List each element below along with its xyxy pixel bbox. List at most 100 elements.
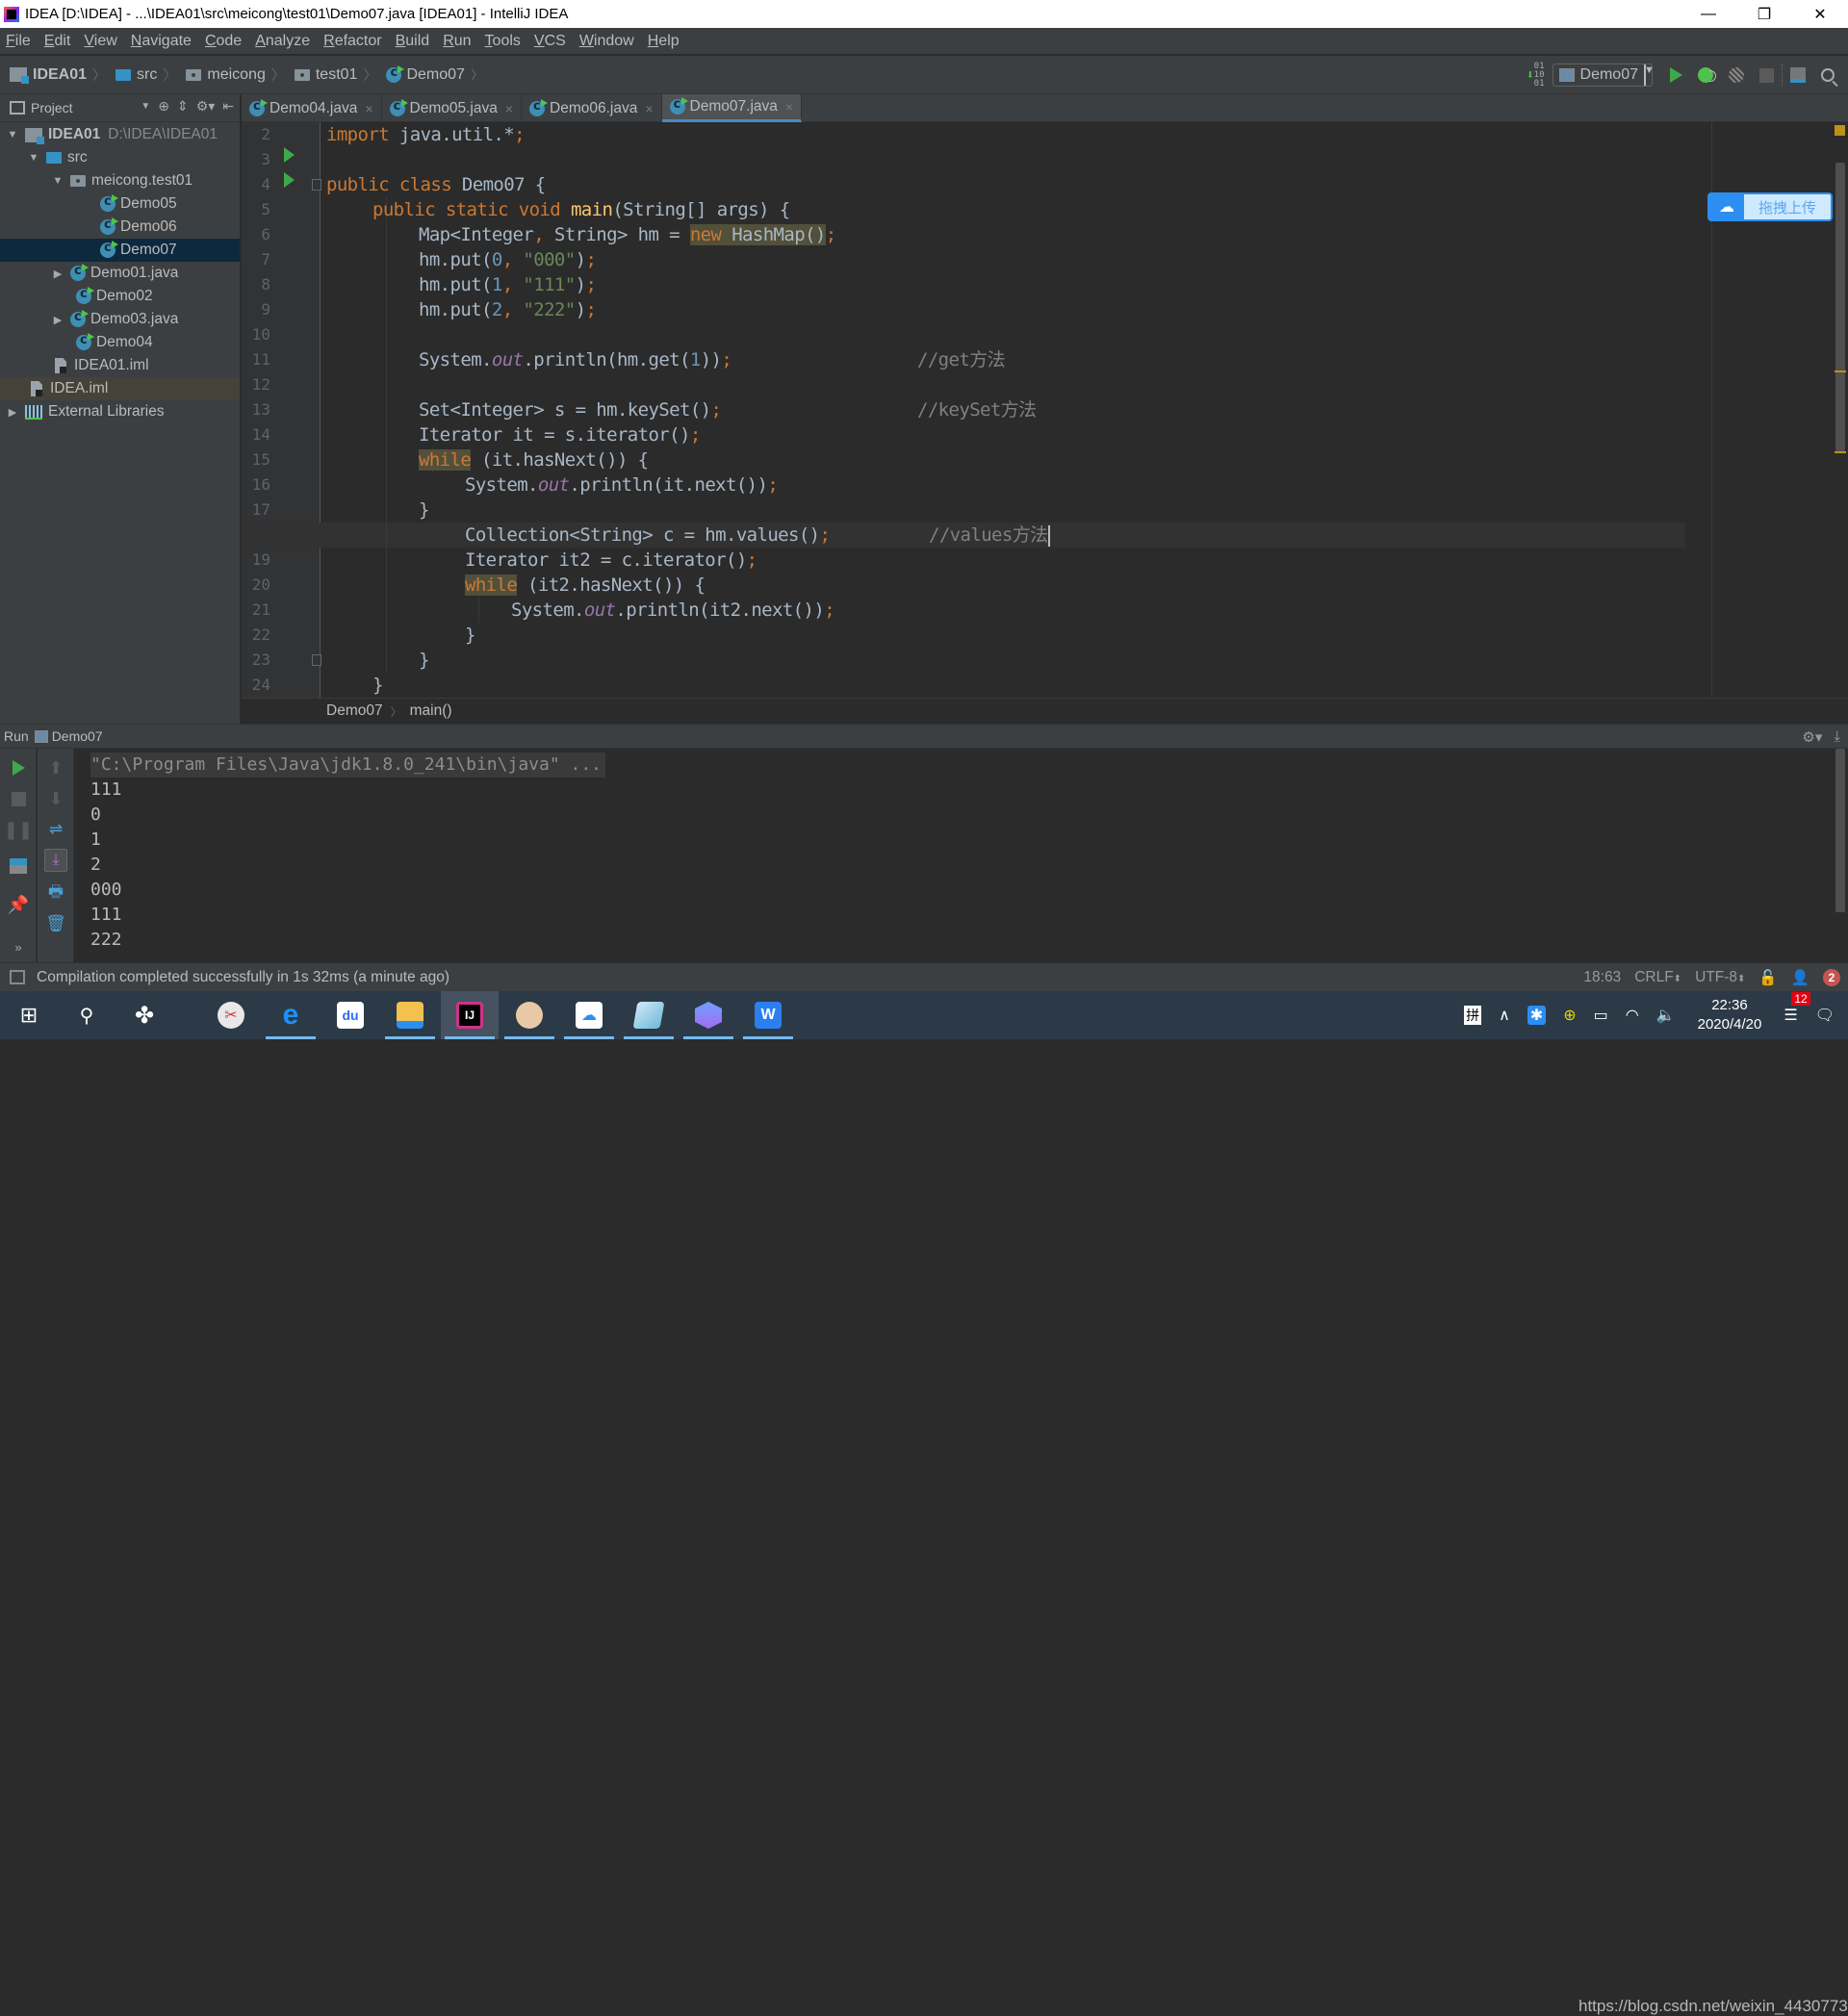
caret-position[interactable]: 18:63	[1583, 969, 1621, 986]
event-log-badge[interactable]: 2	[1823, 969, 1840, 986]
breadcrumb-class[interactable]: Demo07	[326, 702, 383, 720]
hector-inspector-icon[interactable]: 👤	[1791, 969, 1810, 987]
pin-tab-button[interactable]: 📌	[8, 895, 29, 914]
run-class-gutter-icon[interactable]	[284, 147, 295, 163]
expand-arrow-icon[interactable]: ▼	[27, 152, 40, 164]
menu-help[interactable]: Help	[648, 33, 680, 50]
clear-all-button[interactable]: 🗑	[45, 914, 66, 933]
close-tab-icon[interactable]: ×	[785, 99, 793, 115]
warning-stripe-marker[interactable]	[1835, 370, 1846, 372]
menu-edit[interactable]: Edit	[44, 33, 71, 50]
taskbar-app-launcher[interactable]: ✤	[116, 991, 173, 1039]
menu-vcs[interactable]: VCS	[534, 33, 566, 50]
up-stack-button[interactable]: ⬆	[46, 758, 65, 778]
tree-item-demo02[interactable]: Demo02	[0, 285, 240, 308]
ime-indicator[interactable]: 拼	[1464, 1006, 1482, 1025]
menu-code[interactable]: Code	[205, 33, 242, 50]
taskbar-avatar-app[interactable]	[500, 991, 558, 1039]
tree-item-demo01[interactable]: ▶ Demo01.java	[0, 262, 240, 285]
menu-navigate[interactable]: Navigate	[131, 33, 192, 50]
inspection-warning-indicator[interactable]	[1835, 125, 1845, 136]
close-button[interactable]: ✕	[1792, 0, 1848, 28]
tab-demo06[interactable]: Demo06.java ×	[522, 94, 662, 122]
settings-gear-icon[interactable]: ⚙▾	[196, 98, 216, 115]
wifi-icon[interactable]: ◠	[1626, 1006, 1639, 1025]
project-structure-button[interactable]	[1790, 67, 1806, 83]
tree-item-idea01-iml[interactable]: IDEA01.iml	[0, 354, 240, 377]
expand-arrow-icon[interactable]: ▶	[51, 268, 64, 280]
hide-panel-icon[interactable]: ⇤	[222, 98, 234, 115]
menu-run[interactable]: Run	[443, 33, 471, 50]
notification-center-icon[interactable]: 🗨	[1815, 1006, 1835, 1025]
hide-panel-icon[interactable]: ⤓	[1834, 728, 1840, 746]
system-clock[interactable]: 22:36 2020/4/20	[1698, 996, 1762, 1034]
build-project-icon[interactable]: ⬇01 10 01	[1527, 62, 1545, 89]
taskbar-photos[interactable]	[680, 991, 737, 1039]
taskbar-intellij[interactable]: IJ	[441, 991, 499, 1039]
menu-build[interactable]: Build	[396, 33, 430, 50]
debug-button[interactable]	[1698, 67, 1716, 83]
search-everywhere-button[interactable]	[1821, 68, 1835, 82]
menu-refactor[interactable]: Refactor	[323, 33, 381, 50]
pause-button[interactable]: ❚❚	[4, 820, 33, 839]
run-main-gutter-icon[interactable]	[284, 172, 295, 188]
show-hidden-icons-chevron[interactable]: ∧	[1499, 1006, 1510, 1025]
rerun-button[interactable]	[9, 758, 28, 778]
project-view-select[interactable]: Project	[31, 100, 73, 115]
taskbar-snipping-tool[interactable]: ✂	[202, 991, 260, 1039]
breadcrumb-demo07[interactable]: Demo07 〉	[386, 64, 489, 85]
taskbar-baidu[interactable]: du	[321, 991, 379, 1039]
run-button[interactable]	[1670, 67, 1682, 83]
readonly-lock-icon[interactable]: 🔓	[1758, 969, 1777, 987]
chevron-down-icon[interactable]: ▼	[141, 101, 150, 112]
collapse-all-icon[interactable]: ⇕	[177, 98, 189, 115]
stop-button[interactable]	[9, 789, 28, 808]
taskbar-file-explorer[interactable]	[381, 991, 439, 1039]
settings-gear-icon[interactable]: ⚙▾	[1802, 728, 1822, 746]
breadcrumb-project[interactable]: IDEA01 〉	[10, 65, 112, 85]
line-separator-select[interactable]: CRLF⬍	[1634, 969, 1681, 986]
taskbar-search-button[interactable]: ⚲	[58, 991, 116, 1039]
warning-stripe-marker[interactable]	[1835, 451, 1846, 453]
menu-tools[interactable]: Tools	[485, 33, 521, 50]
menu-file[interactable]: File	[6, 33, 31, 50]
run-tab-demo07[interactable]: Demo07	[52, 728, 103, 744]
tree-item-demo06[interactable]: Demo06	[0, 216, 240, 239]
stop-button[interactable]	[1759, 67, 1774, 83]
expand-arrow-icon[interactable]: ▶	[51, 314, 64, 326]
baidu-drag-upload-widget[interactable]: ☁ 拖拽上传	[1707, 192, 1833, 221]
locate-file-icon[interactable]: ⊕	[158, 98, 169, 115]
taskbar-wps[interactable]: W	[739, 991, 797, 1039]
taskbar-edge[interactable]: e	[262, 991, 320, 1039]
run-with-coverage-button[interactable]	[1729, 67, 1744, 83]
expand-arrow-icon[interactable]: ▶	[6, 406, 19, 419]
minimize-button[interactable]: —	[1681, 0, 1736, 28]
encoding-select[interactable]: UTF-8⬍	[1695, 969, 1745, 986]
tree-item-demo07[interactable]: Demo07	[0, 239, 240, 262]
action-center-icon[interactable]: ☰ 12	[1784, 992, 1810, 1025]
tree-item-demo05[interactable]: Demo05	[0, 192, 240, 216]
run-configuration-select[interactable]: Demo07 ▼	[1552, 64, 1655, 87]
tree-item-external-libraries[interactable]: ▶ External Libraries	[0, 400, 240, 423]
restore-button[interactable]: ❐	[1736, 0, 1792, 28]
editor-scrollbar[interactable]	[1833, 122, 1848, 698]
down-stack-button[interactable]: ⬇	[46, 789, 65, 808]
tree-item-src[interactable]: ▼ src	[0, 146, 240, 169]
menu-window[interactable]: Window	[579, 33, 634, 50]
console-output[interactable]: "C:\Program Files\Java\jdk1.8.0_241\bin\…	[75, 749, 1848, 962]
volume-icon[interactable]: 🔈	[1656, 1006, 1676, 1025]
breadcrumb-meicong[interactable]: meicong 〉	[186, 65, 290, 85]
scroll-to-end-button[interactable]: ⤓	[44, 849, 67, 872]
tray-app-asterisk-icon[interactable]: ✱	[1527, 1006, 1547, 1025]
tree-item-idea-iml[interactable]: IDEA.iml	[0, 377, 240, 400]
tree-item-package[interactable]: ▼ meicong.test01	[0, 169, 240, 192]
expand-arrow-icon[interactable]: ▼	[51, 175, 64, 187]
menu-view[interactable]: View	[84, 33, 116, 50]
taskbar-notepad[interactable]	[620, 991, 678, 1039]
battery-icon[interactable]: ▭	[1594, 1006, 1608, 1025]
tab-demo05[interactable]: Demo05.java ×	[382, 94, 523, 122]
tree-item-idea01[interactable]: ▼ IDEA01 D:\IDEA\IDEA01	[0, 123, 240, 146]
more-actions-icon[interactable]: »	[9, 937, 28, 957]
soft-wrap-button[interactable]: ⇌	[46, 820, 65, 839]
status-message[interactable]: Compilation completed successfully in 1s…	[37, 969, 449, 986]
